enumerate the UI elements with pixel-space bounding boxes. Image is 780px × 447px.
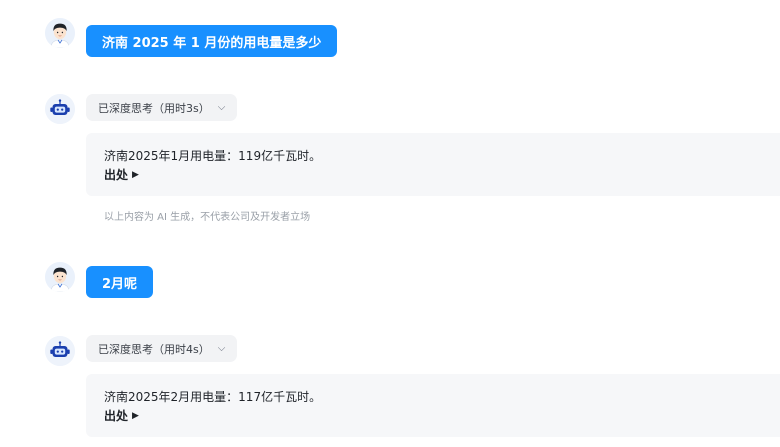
user-message-1: 济南 2025 年 1 月份的用电量是多少 — [86, 25, 338, 57]
chat-container: 济南 2025 年 1 月份的用电量是多少 已深度思考（用时3s） ⌵ 济南20… — [0, 0, 780, 447]
ai-disclaimer: 以上内容为 AI 生成，不代表公司及开发者立场 — [104, 212, 311, 223]
chevron-down-icon: ⌵ — [217, 102, 226, 113]
bot-avatar — [45, 336, 75, 366]
answer-text-2: 济南2025年2月用电量：117亿千瓦时。 — [104, 390, 322, 404]
robot-icon — [45, 336, 75, 366]
user-avatar-icon — [45, 262, 75, 292]
thinking-toggle-1[interactable]: 已深度思考（用时3s） ⌵ — [86, 94, 238, 121]
bot-avatar — [45, 94, 75, 124]
answer-text-1: 济南2025年1月用电量：119亿千瓦时。 — [104, 149, 322, 163]
user-message-2: 2月呢 — [86, 266, 154, 298]
caret-right-icon: ▶ — [132, 170, 139, 180]
robot-icon — [45, 94, 75, 124]
source-label-1: 出处 — [104, 168, 129, 182]
chevron-down-icon: ⌵ — [217, 343, 226, 354]
thinking-label-2: 已深度思考（用时4s） — [98, 342, 210, 356]
user-message-2-text: 2月呢 — [102, 276, 138, 292]
source-toggle-2[interactable]: 出处 ▶ — [104, 408, 139, 424]
caret-right-icon: ▶ — [132, 411, 139, 421]
answer-card-1: 济南2025年1月用电量：119亿千瓦时。 出处 ▶ — [86, 133, 780, 196]
source-label-2: 出处 — [104, 409, 129, 423]
user-avatar — [45, 18, 75, 48]
source-toggle-1[interactable]: 出处 ▶ — [104, 167, 139, 183]
thinking-label-1: 已深度思考（用时3s） — [98, 101, 210, 115]
user-message-1-text: 济南 2025 年 1 月份的用电量是多少 — [102, 35, 322, 51]
user-avatar-icon — [45, 18, 75, 48]
thinking-toggle-2[interactable]: 已深度思考（用时4s） ⌵ — [86, 335, 238, 362]
answer-card-2: 济南2025年2月用电量：117亿千瓦时。 出处 ▶ — [86, 374, 780, 437]
user-avatar — [45, 262, 75, 292]
